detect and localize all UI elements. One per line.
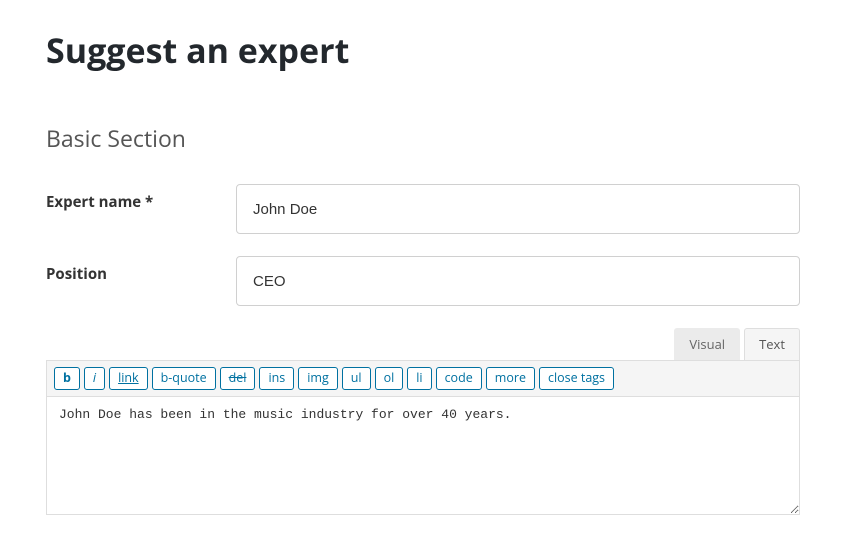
qt-del-button[interactable]: del xyxy=(220,367,256,390)
row-position: Position xyxy=(46,256,800,306)
qt-img-button[interactable]: img xyxy=(298,367,338,390)
qt-close-tags-button[interactable]: close tags xyxy=(539,367,614,390)
qt-bquote-button[interactable]: b-quote xyxy=(152,367,216,390)
row-expert-name: Expert name * xyxy=(46,184,800,234)
qt-bold-button[interactable]: b xyxy=(54,367,80,390)
label-expert-name: Expert name * xyxy=(46,184,236,212)
editor-textarea[interactable] xyxy=(46,397,800,515)
qt-ol-button[interactable]: ol xyxy=(375,367,404,390)
tab-text[interactable]: Text xyxy=(744,328,800,360)
quicktags-toolbar: b i link b-quote del ins img ul ol li co… xyxy=(46,360,800,397)
qt-link-button[interactable]: link xyxy=(109,367,148,390)
section-title: Basic Section xyxy=(46,125,800,153)
qt-more-button[interactable]: more xyxy=(486,367,535,390)
qt-ins-button[interactable]: ins xyxy=(259,367,294,390)
qt-ul-button[interactable]: ul xyxy=(342,367,371,390)
page-title: Suggest an expert xyxy=(46,30,800,71)
input-expert-name[interactable] xyxy=(236,184,800,234)
input-position[interactable] xyxy=(236,256,800,306)
qt-li-button[interactable]: li xyxy=(407,367,431,390)
page-container: Suggest an expert Basic Section Expert n… xyxy=(0,30,846,552)
editor: Visual Text b i link b-quote del ins img… xyxy=(46,328,800,515)
qt-italic-button[interactable]: i xyxy=(84,367,105,390)
qt-code-button[interactable]: code xyxy=(436,367,482,390)
tab-visual[interactable]: Visual xyxy=(674,328,740,360)
label-position: Position xyxy=(46,256,236,284)
editor-tabs: Visual Text xyxy=(46,328,800,360)
